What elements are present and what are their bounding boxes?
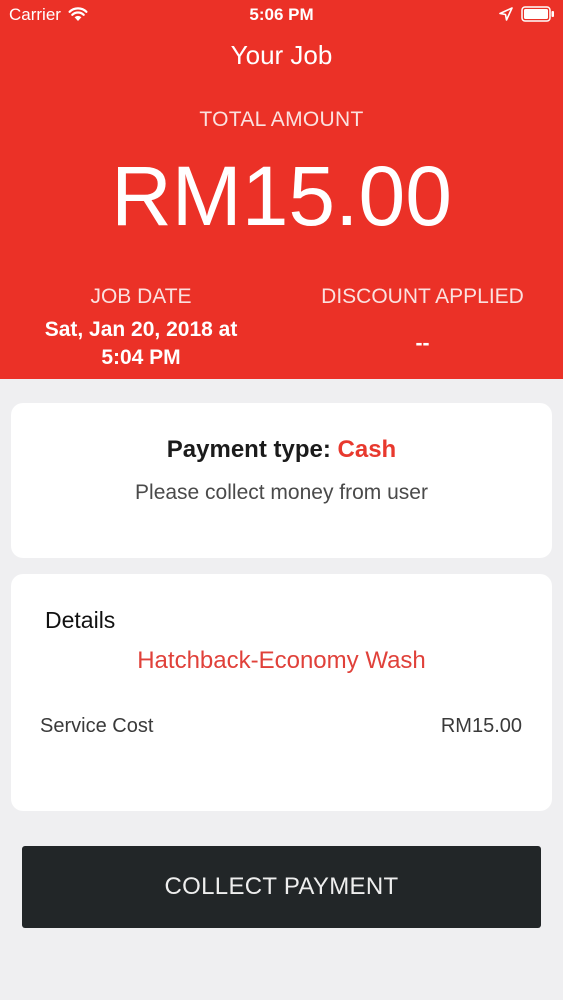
job-date-label: JOB DATE xyxy=(90,285,192,308)
total-amount-label: TOTAL AMOUNT xyxy=(199,108,364,131)
service-cost-label: Service Cost xyxy=(40,715,154,737)
job-date-line: Sat, Jan 20, 2018 at xyxy=(44,318,238,341)
job-date-value: Sat, Jan 20, 2018 at 5:04 PM xyxy=(0,316,282,372)
payment-type-value: Cash xyxy=(337,436,397,463)
discount-section: DISCOUNT APPLIED -- xyxy=(282,284,563,358)
details-heading: Details xyxy=(45,607,116,633)
payment-note: Please collect money from user xyxy=(135,481,428,504)
total-amount: RM15.00 xyxy=(111,149,452,243)
payment-card: Payment type: Cash Please collect money … xyxy=(11,403,552,558)
payment-type-label: Payment type: xyxy=(166,436,331,463)
status-time: 5:06 PM xyxy=(249,5,314,24)
page-title: Your Job xyxy=(230,40,333,70)
job-time-line: 5:04 PM xyxy=(101,346,181,369)
discount-label: DISCOUNT APPLIED xyxy=(321,285,524,308)
collect-payment-button[interactable]: COLLECT PAYMENT xyxy=(22,846,541,928)
status-bar: Carrier 5:06 PM xyxy=(0,0,563,30)
details-card: Details Hatchback-Economy Wash Service C… xyxy=(11,574,552,811)
payment-type: Payment type: Cash xyxy=(11,436,552,464)
battery-icon xyxy=(521,6,554,22)
service-cost-value: RM15.00 xyxy=(440,715,522,737)
discount-value: -- xyxy=(415,332,430,355)
service-name: Hatchback-Economy Wash xyxy=(137,647,426,674)
location-icon xyxy=(499,7,513,21)
job-date-section: JOB DATE Sat, Jan 20, 2018 at 5:04 PM xyxy=(0,284,282,372)
job-header: Carrier 5:06 PM Your Job TOTAL AMOUNT RM… xyxy=(0,0,563,379)
